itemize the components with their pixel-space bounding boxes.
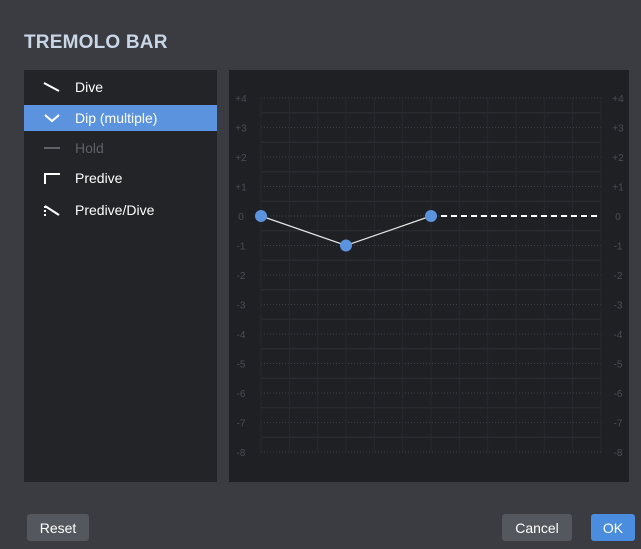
- y-tick-label-right: -3: [614, 301, 623, 312]
- type-item-predive-dive[interactable]: Predive/Dive: [24, 197, 217, 223]
- type-item-predive[interactable]: Predive: [24, 165, 217, 191]
- y-tick-label-left: +2: [235, 153, 247, 164]
- y-tick-label-left: -5: [237, 360, 246, 371]
- tremolo-graph[interactable]: +4 +4 +3 +3 +2 +2 +1 +1 0 0 -1 -1 -2 -2 -3 -3 -4 -4 -5 -5 -6…: [229, 70, 629, 482]
- y-tick-label-left: +3: [235, 124, 247, 135]
- tremolo-type-list: Dive Dip (multiple) Hold Predive Predive…: [24, 70, 217, 482]
- graph-canvas[interactable]: +4 +4 +3 +3 +2 +2 +1 +1 0 0 -1 -1 -2 -2 -3 -3 -4 -4 -5 -5 -6…: [229, 70, 629, 482]
- y-tick-label-right: +1: [612, 183, 624, 194]
- y-tick-label-left: -3: [237, 301, 246, 312]
- y-tick-label-right: -7: [614, 419, 623, 430]
- type-item-hold: Hold: [24, 135, 217, 161]
- y-tick-label-left: -7: [237, 419, 246, 430]
- y-tick-label-left: -2: [237, 271, 246, 282]
- y-tick-label-right: +2: [612, 153, 624, 164]
- type-item-label: Predive/Dive: [75, 202, 155, 218]
- y-tick-label-right: -5: [614, 360, 623, 371]
- type-item-label: Dive: [75, 79, 104, 95]
- y-tick-label-right: -1: [614, 242, 623, 253]
- y-tick-label-right: 0: [615, 212, 621, 223]
- dip-icon: [44, 114, 60, 123]
- type-item-label: Dip (multiple): [75, 110, 158, 126]
- tremolo-bar-dialog: TREMOLO BAR Dive Dip (multiple) Hold Pre…: [0, 0, 641, 549]
- predive-dive-icon: [44, 205, 60, 216]
- y-tick-label-right: -4: [614, 330, 623, 341]
- hold-icon: [44, 147, 60, 149]
- y-tick-label-left: -8: [237, 448, 246, 459]
- y-tick-label-left: -4: [237, 330, 246, 341]
- y-tick-label-left: -1: [237, 242, 246, 253]
- data-point[interactable]: [340, 239, 352, 252]
- ok-button[interactable]: OK: [591, 514, 635, 541]
- y-tick-label-right: +3: [612, 124, 624, 135]
- type-item-dip[interactable]: Dip (multiple): [24, 105, 217, 131]
- y-tick-label-right: -2: [614, 271, 623, 282]
- y-tick-label-right: +4: [612, 94, 624, 105]
- type-item-label: Predive: [75, 170, 123, 186]
- data-point[interactable]: [425, 210, 437, 222]
- data-point[interactable]: [255, 210, 267, 222]
- y-tick-label-left: 0: [238, 212, 244, 223]
- predive-icon: [44, 173, 60, 184]
- dialog-title: TREMOLO BAR: [24, 32, 168, 53]
- reset-button[interactable]: Reset: [27, 514, 89, 541]
- y-tick-label-left: -6: [237, 389, 246, 400]
- y-tick-label-left: +1: [235, 183, 247, 194]
- type-item-dive[interactable]: Dive: [24, 74, 217, 100]
- dive-icon: [43, 82, 60, 92]
- cancel-button[interactable]: Cancel: [502, 514, 572, 541]
- type-item-label: Hold: [75, 140, 104, 156]
- y-tick-label-right: -8: [614, 448, 623, 459]
- y-tick-label-right: -6: [614, 389, 623, 400]
- y-tick-label-left: +4: [235, 94, 247, 105]
